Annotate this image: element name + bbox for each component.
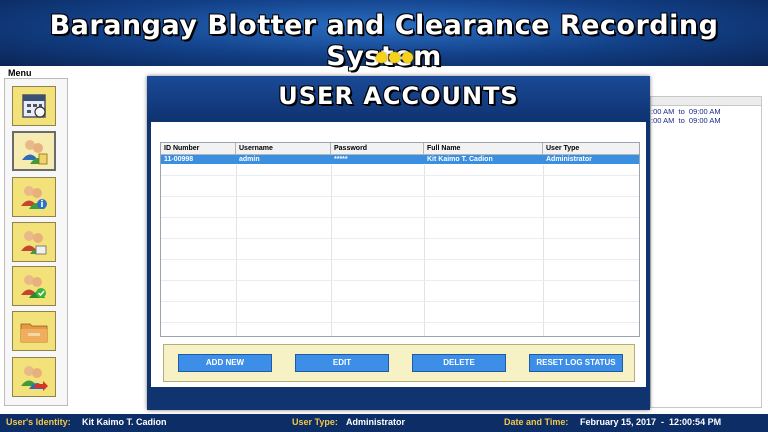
user-info-icon: [21, 186, 47, 209]
reset-log-status-button[interactable]: RESET LOG STATUS: [529, 354, 623, 372]
column-header-password[interactable]: Password: [331, 143, 424, 154]
action-button-bar: ADD NEW EDIT DELETE RESET LOG STATUS: [163, 344, 635, 382]
menu-item-user-check[interactable]: [12, 266, 56, 306]
grid-line: [161, 322, 639, 323]
user-type-label: User Type:: [292, 417, 338, 427]
grid-line: [161, 280, 639, 281]
datetime-label: Date and Time:: [504, 417, 569, 427]
cell-id: 11-00998: [164, 156, 194, 163]
grid-line: [161, 217, 639, 218]
column-header-id[interactable]: ID Number: [161, 143, 236, 154]
cell-fullname: Kit Kaimo T. Cadion: [427, 156, 493, 163]
app-title: Barangay Blotter and Clearance Recording…: [49, 10, 719, 72]
users-edit-icon: [21, 231, 47, 255]
table-header: ID Number Username Password Full Name Us…: [161, 143, 639, 155]
schedule-line: :00 AM to 09:00 AM: [651, 107, 721, 116]
folder-icon: [20, 323, 48, 343]
menu-item-calendar[interactable]: [12, 86, 56, 126]
column-header-username[interactable]: Username: [236, 143, 331, 154]
menu-item-folder[interactable]: [12, 311, 56, 351]
dot-icon: [389, 52, 400, 63]
dialog-header: USER ACCOUNTS: [147, 76, 650, 122]
grid-line: [161, 301, 639, 302]
column-header-usertype[interactable]: User Type: [543, 143, 639, 154]
calendar-icon: [22, 94, 46, 118]
grid-line: [161, 259, 639, 260]
schedule-list-header: [651, 97, 761, 106]
identity-value: Kit Kaimo T. Cadion: [82, 417, 167, 427]
identity-label: User's Identity:: [6, 417, 71, 427]
cell-password: *****: [334, 156, 348, 163]
menu-item-user-info[interactable]: [12, 177, 56, 217]
dialog-title: USER ACCOUNTS: [278, 82, 519, 110]
grid-line: [424, 165, 425, 336]
menu-item-user-accounts[interactable]: [12, 131, 56, 171]
user-accounts-table[interactable]: ID Number Username Password Full Name Us…: [160, 142, 640, 337]
user-accounts-dialog: USER ACCOUNTS ID Number Username Passwor…: [147, 76, 650, 410]
user-type-value: Administrator: [346, 417, 406, 427]
grid-line: [543, 165, 544, 336]
dot-icon: [376, 52, 387, 63]
grid-line: [331, 165, 332, 336]
menu-item-users-edit[interactable]: [12, 222, 56, 262]
cell-username: admin: [239, 156, 260, 163]
menu-item-logout[interactable]: [12, 357, 56, 397]
user-logout-icon: [21, 366, 48, 391]
cell-usertype: Administrator: [546, 156, 592, 163]
schedule-list: :00 AM to 09:00 AM :00 AM to 09:00 AM: [650, 96, 762, 408]
schedule-line: :00 AM to 09:00 AM: [651, 116, 721, 125]
grid-line: [161, 196, 639, 197]
menu-label: Menu: [8, 68, 32, 78]
user-check-icon: [21, 275, 46, 298]
status-bar: User's Identity: Kit Kaimo T. Cadion Use…: [0, 414, 768, 432]
dialog-body: ID Number Username Password Full Name Us…: [151, 122, 646, 387]
dot-icon: [402, 52, 413, 63]
users-icon: [22, 140, 48, 165]
delete-button[interactable]: DELETE: [412, 354, 506, 372]
datetime-value: February 15, 2017 - 12:00:54 PM: [580, 417, 722, 427]
header-banner: Barangay Blotter and Clearance Recording…: [0, 0, 768, 72]
add-new-button[interactable]: ADD NEW: [178, 354, 272, 372]
grid-line: [236, 165, 237, 336]
column-header-fullname[interactable]: Full Name: [424, 143, 543, 154]
grid-line: [161, 238, 639, 239]
grid-line: [161, 175, 639, 176]
edit-button[interactable]: EDIT: [295, 354, 389, 372]
